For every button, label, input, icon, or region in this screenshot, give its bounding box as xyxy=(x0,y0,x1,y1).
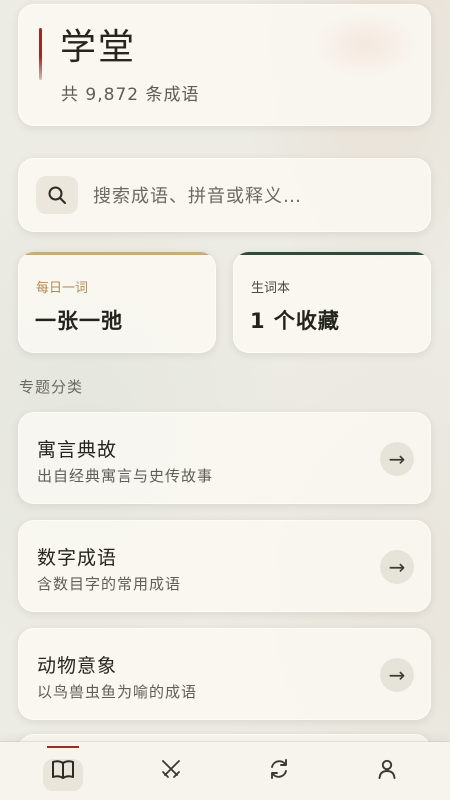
arrow-right-icon[interactable]: → xyxy=(380,442,414,476)
header-card: 学堂 共 9,872 条成语 xyxy=(18,4,431,126)
topic-title: 寓言典故 xyxy=(37,439,118,461)
topic-title: 动物意象 xyxy=(37,655,118,677)
vocab-book-accent xyxy=(233,252,431,255)
search-icon xyxy=(36,176,78,214)
topic-description: 以鸟兽虫鱼为喻的成语 xyxy=(37,683,198,701)
nav-practice-tab[interactable] xyxy=(141,742,201,800)
app-root: 学堂 共 9,872 条成语 搜索成语、拼音或释义… 每日一词 一张一弛 生词本… xyxy=(0,0,450,800)
daily-word-accent xyxy=(18,252,216,255)
arrow-right-icon[interactable]: → xyxy=(380,658,414,692)
vocab-book-value: 1 个收藏 xyxy=(250,309,340,333)
topic-title: 数字成语 xyxy=(37,547,118,569)
nav-book-tab[interactable] xyxy=(33,742,93,800)
book-icon xyxy=(51,758,75,784)
topic-card-numbers[interactable]: 数字成语 含数目字的常用成语 → xyxy=(18,520,431,612)
bottom-nav xyxy=(0,742,450,800)
daily-word-value: 一张一弛 xyxy=(35,309,123,333)
topic-description: 出自经典寓言与史传故事 xyxy=(37,467,214,485)
nav-review-tab[interactable] xyxy=(249,742,309,800)
search-input[interactable]: 搜索成语、拼音或释义… xyxy=(93,182,302,208)
idiom-count: 共 9,872 条成语 xyxy=(61,85,200,105)
user-icon xyxy=(377,758,397,784)
topic-card-animals[interactable]: 动物意象 以鸟兽虫鱼为喻的成语 → xyxy=(18,628,431,720)
topic-card-fables[interactable]: 寓言典故 出自经典寓言与史传故事 → xyxy=(18,412,431,504)
daily-word-label: 每日一词 xyxy=(36,281,89,296)
swords-icon xyxy=(160,758,182,784)
arrow-right-icon[interactable]: → xyxy=(380,550,414,584)
title-accent-bar xyxy=(39,28,42,80)
topic-description: 含数目字的常用成语 xyxy=(37,575,182,593)
refresh-icon xyxy=(268,758,290,784)
app-title: 学堂 xyxy=(60,27,137,68)
daily-word-card[interactable]: 每日一词 一张一弛 xyxy=(18,252,216,353)
nav-profile-tab[interactable] xyxy=(357,742,417,800)
topics-section-title: 专题分类 xyxy=(19,378,84,396)
search-bar[interactable]: 搜索成语、拼音或释义… xyxy=(18,158,431,232)
header-decoration xyxy=(311,10,421,80)
vocab-book-label: 生词本 xyxy=(251,281,291,296)
vocab-book-card[interactable]: 生词本 1 个收藏 xyxy=(233,252,431,353)
